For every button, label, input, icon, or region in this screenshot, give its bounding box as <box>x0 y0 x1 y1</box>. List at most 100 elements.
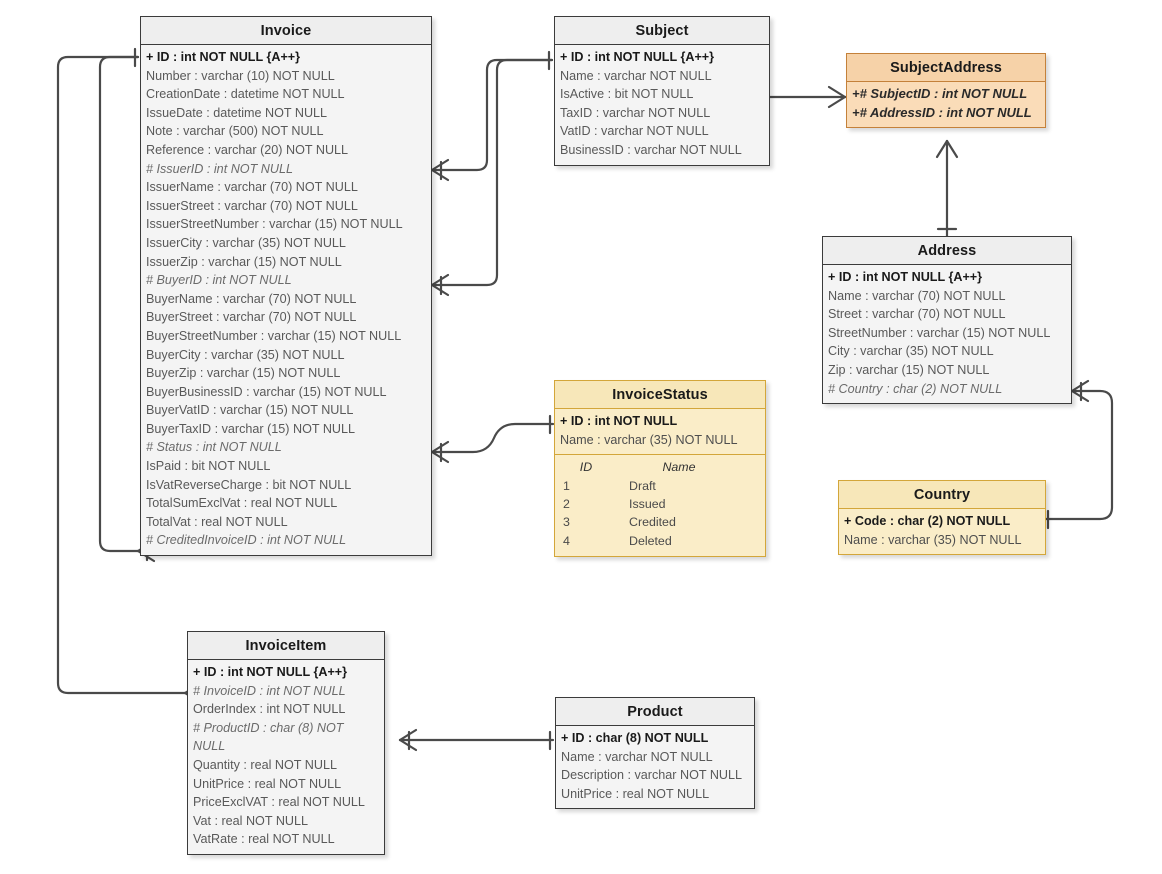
attribute: IssuerStreetNumber : varchar (15) NOT NU… <box>146 217 403 232</box>
attribute: BuyerStreet : varchar (70) NOT NULL <box>146 310 357 325</box>
attribute: + Code : char (2) NOT NULL <box>844 514 1011 528</box>
attribute: # CreditedInvoiceID : int NOT NULL <box>146 533 347 548</box>
attribute: Street : varchar (70) NOT NULL <box>828 307 1006 322</box>
entity-invoiceitem-attributes: + ID : int NOT NULL {A++} # InvoiceID : … <box>188 660 384 854</box>
entity-invoicestatus-attributes: + ID : int NOT NULL Name : varchar (35) … <box>555 409 765 455</box>
crowfoot-status <box>430 440 450 464</box>
er-diagram-canvas: Invoice + ID : int NOT NULL {A++} Number… <box>0 0 1162 874</box>
cell-id: 4 <box>563 533 570 548</box>
entity-address-attributes: + ID : int NOT NULL {A++} Name : varchar… <box>823 265 1071 404</box>
attribute: +# SubjectID : int NOT NULL <box>852 86 1028 101</box>
cell-name: Issued <box>629 497 666 511</box>
attribute: CreationDate : datetime NOT NULL <box>146 87 345 102</box>
cell-id: 3 <box>563 515 570 530</box>
attribute: # BuyerID : int NOT NULL <box>146 273 292 288</box>
cell-name: Deleted <box>629 533 672 548</box>
attribute: IssueDate : datetime NOT NULL <box>146 105 328 120</box>
entity-subjectaddress[interactable]: SubjectAddress +# SubjectID : int NOT NU… <box>846 53 1046 129</box>
attribute: # ProductID : char (8) NOT NULL <box>193 720 344 754</box>
attribute: BuyerBusinessID : varchar (15) NOT NULL <box>146 384 387 399</box>
attribute: Number : varchar (10) NOT NULL <box>146 68 335 83</box>
attribute: Name : varchar NOT NULL <box>560 68 712 83</box>
attribute: BuyerZip : varchar (15) NOT NULL <box>146 366 341 381</box>
attribute: BuyerTaxID : varchar (15) NOT NULL <box>146 421 356 436</box>
attribute: StreetNumber : varchar (15) NOT NULL <box>828 325 1051 340</box>
attribute: BusinessID : varchar NOT NULL <box>560 142 742 157</box>
entity-product-title: Product <box>556 698 754 726</box>
cell-id: 2 <box>563 497 570 511</box>
attribute: Vat : real NOT NULL <box>193 813 309 828</box>
entity-invoiceitem-title: InvoiceItem <box>188 632 384 660</box>
attribute: Zip : varchar (15) NOT NULL <box>828 362 990 377</box>
link-invoice-credited <box>98 55 140 553</box>
entity-invoice-title: Invoice <box>141 17 431 45</box>
entity-address[interactable]: Address + ID : int NOT NULL {A++} Name :… <box>822 236 1072 405</box>
attribute: OrderIndex : int NOT NULL <box>193 702 346 717</box>
crowfoot-address-right <box>1070 379 1090 403</box>
attribute: +# AddressID : int NOT NULL <box>852 104 1032 120</box>
crowfoot-subjectaddress-bottom <box>935 139 959 159</box>
entity-subjectaddress-title: SubjectAddress <box>847 54 1045 82</box>
attribute: TaxID : varchar NOT NULL <box>560 105 711 120</box>
attribute: VatID : varchar NOT NULL <box>560 124 709 139</box>
link-country-address <box>1043 389 1114 521</box>
link-invoicestatus-invoice <box>430 422 555 454</box>
attribute: IssuerCity : varchar (35) NOT NULL <box>146 235 346 250</box>
entity-product[interactable]: Product + ID : char (8) NOT NULL Name : … <box>555 697 755 810</box>
column-header-id: ID <box>579 460 593 475</box>
entity-invoicestatus[interactable]: InvoiceStatus + ID : int NOT NULL Name :… <box>554 380 766 558</box>
table-row: 2 Issued <box>555 495 765 513</box>
attribute: IssuerName : varchar (70) NOT NULL <box>146 180 358 195</box>
entity-invoice[interactable]: Invoice + ID : int NOT NULL {A++} Number… <box>140 16 432 557</box>
attribute: UnitPrice : real NOT NULL <box>193 776 342 791</box>
attribute: IsActive : bit NOT NULL <box>560 87 694 102</box>
crowfoot-issuer <box>430 158 450 182</box>
entity-invoicestatus-title: InvoiceStatus <box>555 381 765 409</box>
attribute: Name : varchar NOT NULL <box>561 749 713 764</box>
attribute: + ID : int NOT NULL {A++} <box>560 50 715 64</box>
invoicestatus-data-table: ID Name 1 Draft 2 Issued 3 Credited 4 De… <box>555 454 765 557</box>
attribute: BuyerCity : varchar (35) NOT NULL <box>146 347 345 362</box>
cell-id: 1 <box>563 478 570 493</box>
attribute: + ID : int NOT NULL {A++} <box>193 665 348 679</box>
attribute: TotalSumExclVat : real NOT NULL <box>146 496 338 511</box>
entity-subject-attributes: + ID : int NOT NULL {A++} Name : varchar… <box>555 45 769 165</box>
table-header-row: ID Name <box>555 458 765 476</box>
attribute: + ID : int NOT NULL {A++} <box>146 50 301 64</box>
attribute: # Status : int NOT NULL <box>146 440 282 455</box>
entity-address-title: Address <box>823 237 1071 265</box>
table-row: 3 Credited <box>555 513 765 531</box>
entity-country-title: Country <box>839 481 1045 509</box>
column-header-name: Name <box>662 460 696 475</box>
attribute: Name : varchar (35) NOT NULL <box>844 532 1022 547</box>
entity-subject[interactable]: Subject + ID : int NOT NULL {A++} Name :… <box>554 16 770 166</box>
entity-country[interactable]: Country + Code : char (2) NOT NULL Name … <box>838 480 1046 556</box>
attribute: # IssuerID : int NOT NULL <box>146 161 293 176</box>
attribute: City : varchar (35) NOT NULL <box>828 344 994 359</box>
attribute: Name : varchar (35) NOT NULL <box>560 432 738 447</box>
attribute: Name : varchar (70) NOT NULL <box>828 288 1006 303</box>
crowfoot-product-item <box>398 728 418 752</box>
attribute: + ID : int NOT NULL {A++} <box>828 270 983 284</box>
attribute: IsVatReverseCharge : bit NOT NULL <box>146 477 352 492</box>
attribute: # Country : char (2) NOT NULL <box>828 381 1003 396</box>
cell-name: Draft <box>629 478 656 493</box>
entity-invoice-attributes: + ID : int NOT NULL {A++} Number : varch… <box>141 45 431 556</box>
entity-subject-title: Subject <box>555 17 769 45</box>
attribute: Reference : varchar (20) NOT NULL <box>146 142 349 157</box>
attribute: Note : varchar (500) NOT NULL <box>146 124 324 139</box>
attribute: Description : varchar NOT NULL <box>561 768 743 783</box>
attribute: BuyerStreetNumber : varchar (15) NOT NUL… <box>146 328 402 343</box>
entity-product-attributes: + ID : char (8) NOT NULL Name : varchar … <box>556 726 754 809</box>
attribute: VatRate : real NOT NULL <box>193 832 335 847</box>
entity-invoiceitem[interactable]: InvoiceItem + ID : int NOT NULL {A++} # … <box>187 631 385 855</box>
attribute: IsPaid : bit NOT NULL <box>146 459 271 474</box>
table-row: 1 Draft <box>555 477 765 495</box>
attribute: # InvoiceID : int NOT NULL <box>193 683 346 698</box>
attribute: TotalVat : real NOT NULL <box>146 514 288 529</box>
attribute: BuyerName : varchar (70) NOT NULL <box>146 291 357 306</box>
attribute: IssuerStreet : varchar (70) NOT NULL <box>146 198 358 213</box>
attribute: Quantity : real NOT NULL <box>193 757 337 772</box>
entity-subjectaddress-attributes: +# SubjectID : int NOT NULL +# AddressID… <box>847 82 1045 128</box>
entity-country-attributes: + Code : char (2) NOT NULL Name : varcha… <box>839 509 1045 555</box>
